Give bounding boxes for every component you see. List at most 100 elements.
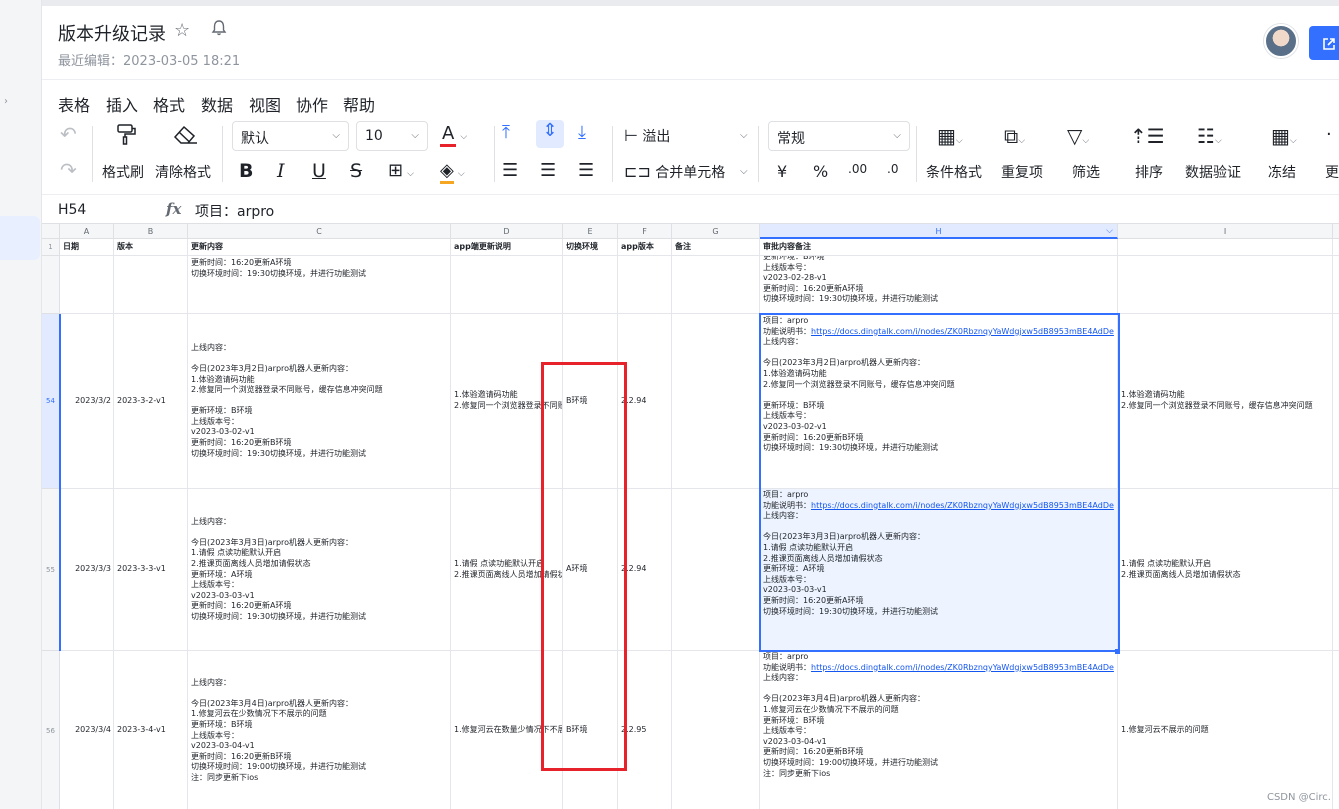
menu-help[interactable]: 帮助 xyxy=(343,92,375,116)
data-validation-icon[interactable]: ☷⌵ xyxy=(1197,124,1222,148)
spec-link[interactable]: https://docs.dingtalk.com/i/nodes/ZK0Rbz… xyxy=(811,327,1114,336)
sort-icon[interactable]: ⇡☰ xyxy=(1130,124,1165,148)
menu-view[interactable]: 视图 xyxy=(249,92,281,116)
star-icon[interactable]: ☆ xyxy=(174,20,190,41)
table-cell[interactable] xyxy=(1333,489,1339,651)
table-cell-approval[interactable]: 更新环境：B环境 上线版本号： v2023-02-28-v1 更新时间：16:2… xyxy=(760,256,1118,314)
formula-input[interactable]: 项目：arpro xyxy=(195,201,274,221)
chevron-down-icon[interactable]: ⌵ xyxy=(740,130,748,141)
align-right-icon[interactable]: ☰ xyxy=(578,160,594,181)
duplicates-button[interactable]: 重复项 xyxy=(1001,162,1043,182)
avatar[interactable] xyxy=(1264,24,1298,58)
font-select[interactable]: 默认 ⌵ xyxy=(232,121,349,151)
sort-button[interactable]: 排序 xyxy=(1135,162,1163,182)
header-cell-app-notes[interactable]: app端更新说明 xyxy=(451,239,563,256)
table-cell-version[interactable]: 2023-3-4-v1 xyxy=(114,651,188,809)
table-cell-date[interactable]: 2023/3/3 xyxy=(60,489,114,651)
table-cell-environment[interactable]: B环境 xyxy=(563,651,618,809)
table-cell[interactable] xyxy=(1333,651,1339,809)
freeze-icon[interactable]: ▦⌵ xyxy=(1271,124,1297,148)
column-header-d[interactable]: D xyxy=(451,224,563,239)
table-cell-app-notes[interactable]: 1.修复河云在数量少情况下不展示 xyxy=(451,651,563,809)
header-cell-environment[interactable]: 切换环境 xyxy=(563,239,618,256)
fill-color-icon[interactable]: ◈ ⌵ xyxy=(440,160,465,184)
table-cell[interactable] xyxy=(563,256,618,314)
table-cell-app-version[interactable]: 2.2.94 xyxy=(618,314,672,489)
borders-icon[interactable]: ⊞ ⌵ xyxy=(388,160,414,181)
table-cell-version[interactable]: 2023-3-2-v1 xyxy=(114,314,188,489)
chevron-down-icon[interactable]: ⌵ xyxy=(1106,224,1113,239)
conditional-format-button[interactable]: 条件格式 xyxy=(926,162,982,182)
header-cell-app-version[interactable]: app版本 xyxy=(618,239,672,256)
filter-icon[interactable]: ▽⌵ xyxy=(1067,124,1089,148)
align-left-icon[interactable]: ☰ xyxy=(502,160,518,181)
align-top-icon[interactable]: ⤒ xyxy=(502,122,510,143)
menu-insert[interactable]: 插入 xyxy=(106,92,138,116)
menu-format[interactable]: 格式 xyxy=(153,92,185,116)
column-header-g[interactable]: G xyxy=(672,224,760,239)
column-header-e[interactable]: E xyxy=(563,224,618,239)
overflow-select[interactable]: ⊢ 溢出 xyxy=(624,126,670,146)
table-cell[interactable] xyxy=(1333,256,1339,314)
table-cell-content[interactable]: 上线内容： 今日(2023年3月3日)arpro机器人更新内容： 1.请假 点读… xyxy=(188,489,451,651)
table-cell-content[interactable]: 更新时间：16:20更新A环境 切换环境时间：19:30切换环境，并进行功能测试 xyxy=(188,256,451,314)
currency-button[interactable]: ¥ xyxy=(777,162,787,181)
table-cell-environment[interactable]: B环境 xyxy=(563,314,618,489)
table-cell[interactable] xyxy=(451,256,563,314)
number-format-select[interactable]: 常规 ⌵ xyxy=(768,121,910,151)
row-header-1[interactable]: 1 xyxy=(42,239,60,256)
italic-button[interactable]: I xyxy=(277,160,285,182)
column-header-b[interactable]: B xyxy=(114,224,188,239)
table-cell-content[interactable]: 上线内容： 今日(2023年3月4日)arpro机器人更新内容： 1.修复河云在… xyxy=(188,651,451,809)
format-painter-icon[interactable] xyxy=(114,122,138,151)
table-cell-approval[interactable]: 项目：arpro 功能说明书：https://docs.dingtalk.com… xyxy=(760,651,1118,809)
strikethrough-button[interactable]: S xyxy=(350,160,362,182)
header-cell-content[interactable]: 更新内容 xyxy=(188,239,451,256)
merge-cells-button[interactable]: ⊏⊐ 合并单元格 xyxy=(624,162,725,182)
row-header-partial[interactable] xyxy=(42,256,60,314)
freeze-button[interactable]: 冻结 xyxy=(1268,162,1296,182)
chevron-right-icon[interactable]: › xyxy=(4,96,8,107)
nav-active-item[interactable] xyxy=(0,216,40,260)
row-header-55[interactable]: 55 xyxy=(42,489,60,651)
column-header-h[interactable]: H ⌵ xyxy=(760,224,1118,239)
table-cell[interactable] xyxy=(1118,256,1333,314)
table-cell-environment[interactable]: A环境 xyxy=(563,489,618,651)
header-cell-remarks[interactable]: 备注 xyxy=(672,239,760,256)
menu-data[interactable]: 数据 xyxy=(201,92,233,116)
undo-icon[interactable]: ↶ xyxy=(60,122,77,146)
menu-table[interactable]: 表格 xyxy=(58,92,90,116)
document-title[interactable]: 版本升级记录 xyxy=(58,20,166,46)
column-header-a[interactable]: A xyxy=(60,224,114,239)
table-cell-date[interactable]: 2023/3/2 xyxy=(60,314,114,489)
menu-collaborate[interactable]: 协作 xyxy=(296,92,328,116)
header-cell-date[interactable]: 日期 xyxy=(60,239,114,256)
increase-decimal-button[interactable]: .00 xyxy=(848,162,867,176)
table-cell[interactable] xyxy=(672,256,760,314)
table-cell-version[interactable]: 2023-3-3-v1 xyxy=(114,489,188,651)
percent-button[interactable]: % xyxy=(813,162,828,181)
column-header-i[interactable]: I xyxy=(1118,224,1333,239)
duplicates-icon[interactable]: ⧉⌵ xyxy=(1004,124,1025,148)
table-cell-i[interactable]: 1.体验邀请码功能 2.修复同一个浏览器登录不同账号，缓存信息冲突问题 xyxy=(1118,314,1333,489)
spreadsheet-grid[interactable]: A B C D E F G H⌵ I J 1 日期 版本 更新内容 app端更新… xyxy=(42,224,1339,809)
table-cell-i[interactable]: 1.修复河云不展示的问题 xyxy=(1118,651,1333,809)
header-cell-approval[interactable]: 审批内容备注 xyxy=(760,239,1118,256)
table-cell-app-notes[interactable]: 1.体验邀请码功能 2.修复同一个浏览器登录不同账号 xyxy=(451,314,563,489)
table-cell-remarks[interactable] xyxy=(672,314,760,489)
decrease-decimal-button[interactable]: .0 xyxy=(887,162,898,176)
table-cell-remarks[interactable] xyxy=(672,489,760,651)
filter-button[interactable]: 筛选 xyxy=(1072,162,1100,182)
data-validation-button[interactable]: 数据验证 xyxy=(1185,162,1241,182)
more-button[interactable]: 更 xyxy=(1325,162,1339,182)
format-painter-button[interactable]: 格式刷 xyxy=(102,162,144,182)
open-external-button[interactable] xyxy=(1309,26,1339,60)
table-cell[interactable] xyxy=(1333,314,1339,489)
table-cell-i[interactable]: 1.请假 点读功能默认开启 2.推课页面离线人员增加请假状态 xyxy=(1118,489,1333,651)
cell-reference[interactable]: H54 xyxy=(58,202,86,218)
table-cell[interactable] xyxy=(60,256,114,314)
table-cell-remarks[interactable] xyxy=(672,651,760,809)
table-cell-app-version[interactable]: 2.2.94 xyxy=(618,489,672,651)
underline-button[interactable]: U xyxy=(312,160,326,182)
column-header-c[interactable]: C xyxy=(188,224,451,239)
